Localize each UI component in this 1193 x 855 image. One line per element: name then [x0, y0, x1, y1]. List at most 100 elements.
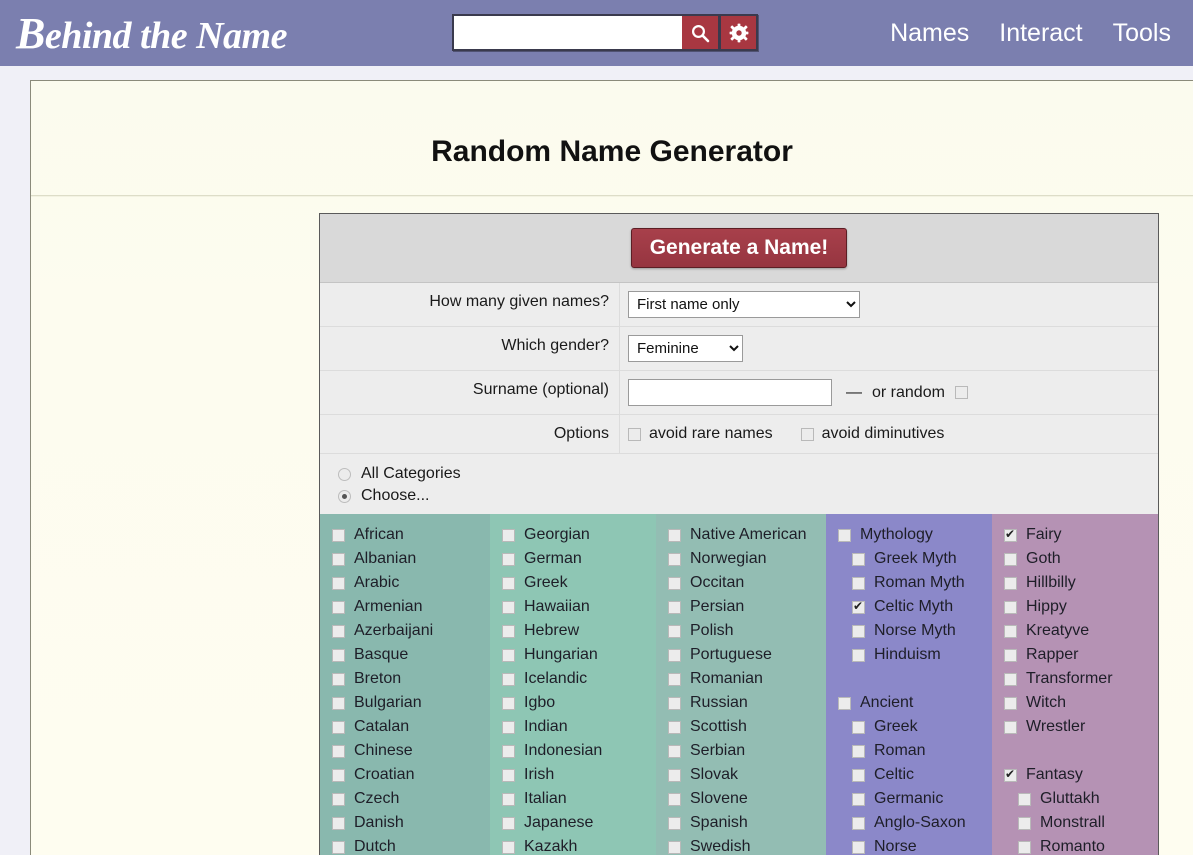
- category-checkbox[interactable]: [332, 672, 345, 686]
- category-checkbox[interactable]: [668, 696, 681, 710]
- category-checkbox[interactable]: [502, 792, 515, 806]
- category-checkbox[interactable]: [332, 840, 345, 854]
- category-checkbox[interactable]: [502, 696, 515, 710]
- category-checkbox[interactable]: [1004, 576, 1017, 590]
- category-item[interactable]: Basque: [320, 643, 490, 667]
- category-item[interactable]: Azerbaijani: [320, 619, 490, 643]
- category-checkbox[interactable]: [332, 648, 345, 662]
- category-item[interactable]: Native American: [656, 523, 826, 547]
- category-checkbox[interactable]: [1004, 696, 1017, 710]
- category-item[interactable]: Rapper: [992, 643, 1158, 667]
- category-checkbox[interactable]: [1004, 672, 1017, 686]
- choose-categories-option[interactable]: Choose...: [338, 485, 1158, 507]
- category-checkbox[interactable]: [668, 792, 681, 806]
- category-item[interactable]: Croatian: [320, 763, 490, 787]
- category-item[interactable]: Gluttakh: [992, 787, 1158, 811]
- category-checkbox[interactable]: [852, 552, 865, 566]
- category-item[interactable]: Goth: [992, 547, 1158, 571]
- gender-select[interactable]: Feminine: [628, 335, 743, 362]
- category-checkbox[interactable]: [852, 599, 865, 614]
- category-checkbox[interactable]: [332, 696, 345, 710]
- category-checkbox[interactable]: [332, 624, 345, 638]
- category-item[interactable]: Hebrew: [490, 619, 656, 643]
- given-names-select[interactable]: First name only: [628, 291, 860, 318]
- settings-button[interactable]: [720, 14, 758, 51]
- category-checkbox[interactable]: [668, 528, 681, 542]
- category-item[interactable]: Indonesian: [490, 739, 656, 763]
- category-checkbox[interactable]: [1004, 767, 1017, 782]
- category-item[interactable]: Fantasy: [992, 763, 1158, 787]
- category-item[interactable]: Dutch: [320, 835, 490, 855]
- category-item[interactable]: Anglo-Saxon: [826, 811, 992, 835]
- category-item[interactable]: Arabic: [320, 571, 490, 595]
- category-checkbox[interactable]: [332, 576, 345, 590]
- category-item[interactable]: Witch: [992, 691, 1158, 715]
- category-checkbox[interactable]: [502, 672, 515, 686]
- category-item[interactable]: Greek: [490, 571, 656, 595]
- category-checkbox[interactable]: [852, 744, 865, 758]
- category-item[interactable]: Irish: [490, 763, 656, 787]
- all-categories-radio[interactable]: [338, 467, 351, 481]
- category-checkbox[interactable]: [502, 528, 515, 542]
- category-item[interactable]: Danish: [320, 811, 490, 835]
- category-item[interactable]: Catalan: [320, 715, 490, 739]
- category-item[interactable]: Serbian: [656, 739, 826, 763]
- category-item[interactable]: Norwegian: [656, 547, 826, 571]
- category-item[interactable]: Wrestler: [992, 715, 1158, 739]
- category-item[interactable]: Ancient: [826, 691, 992, 715]
- category-item[interactable]: Roman Myth: [826, 571, 992, 595]
- category-item[interactable]: Roman: [826, 739, 992, 763]
- avoid-rare-names-checkbox[interactable]: [628, 427, 641, 441]
- category-checkbox[interactable]: [332, 720, 345, 734]
- category-item[interactable]: Persian: [656, 595, 826, 619]
- category-checkbox[interactable]: [852, 816, 865, 830]
- category-item[interactable]: Albanian: [320, 547, 490, 571]
- search-button[interactable]: [682, 14, 720, 51]
- category-item[interactable]: Japanese: [490, 811, 656, 835]
- category-item[interactable]: Romanian: [656, 667, 826, 691]
- category-checkbox[interactable]: [332, 792, 345, 806]
- category-item[interactable]: Greek Myth: [826, 547, 992, 571]
- category-item[interactable]: Slovene: [656, 787, 826, 811]
- category-checkbox[interactable]: [668, 600, 681, 614]
- category-checkbox[interactable]: [668, 816, 681, 830]
- category-item[interactable]: Germanic: [826, 787, 992, 811]
- category-item[interactable]: Kazakh: [490, 835, 656, 855]
- category-item[interactable]: Slovak: [656, 763, 826, 787]
- category-item[interactable]: Icelandic: [490, 667, 656, 691]
- category-item[interactable]: Norse: [826, 835, 992, 855]
- category-checkbox[interactable]: [502, 600, 515, 614]
- category-checkbox[interactable]: [852, 648, 865, 662]
- category-item[interactable]: Fairy: [992, 523, 1158, 547]
- site-logo[interactable]: Behind the Name: [16, 8, 287, 59]
- category-checkbox[interactable]: [838, 696, 851, 710]
- nav-item-names[interactable]: Names: [890, 19, 969, 48]
- category-checkbox[interactable]: [1004, 600, 1017, 614]
- avoid-diminutives-checkbox[interactable]: [800, 427, 814, 441]
- category-item[interactable]: Chinese: [320, 739, 490, 763]
- category-checkbox[interactable]: [1004, 624, 1017, 638]
- category-checkbox[interactable]: [332, 744, 345, 758]
- category-checkbox[interactable]: [1004, 648, 1017, 662]
- category-checkbox[interactable]: [502, 720, 515, 734]
- category-checkbox[interactable]: [502, 840, 515, 854]
- category-checkbox[interactable]: [502, 576, 515, 590]
- category-checkbox[interactable]: [502, 744, 515, 758]
- category-item[interactable]: Russian: [656, 691, 826, 715]
- nav-item-tools[interactable]: Tools: [1113, 19, 1171, 48]
- category-checkbox[interactable]: [332, 768, 345, 782]
- category-checkbox[interactable]: [502, 552, 515, 566]
- category-checkbox[interactable]: [852, 840, 865, 854]
- category-checkbox[interactable]: [852, 576, 865, 590]
- all-categories-option[interactable]: All Categories: [338, 463, 1158, 485]
- category-checkbox[interactable]: [852, 720, 865, 734]
- category-checkbox[interactable]: [1018, 840, 1031, 854]
- category-checkbox[interactable]: [1004, 552, 1017, 566]
- surname-input[interactable]: [628, 379, 832, 406]
- category-checkbox[interactable]: [1004, 527, 1017, 542]
- category-item[interactable]: Breton: [320, 667, 490, 691]
- category-checkbox[interactable]: [1004, 720, 1017, 734]
- category-item[interactable]: Czech: [320, 787, 490, 811]
- category-item[interactable]: Polish: [656, 619, 826, 643]
- category-checkbox[interactable]: [332, 600, 345, 614]
